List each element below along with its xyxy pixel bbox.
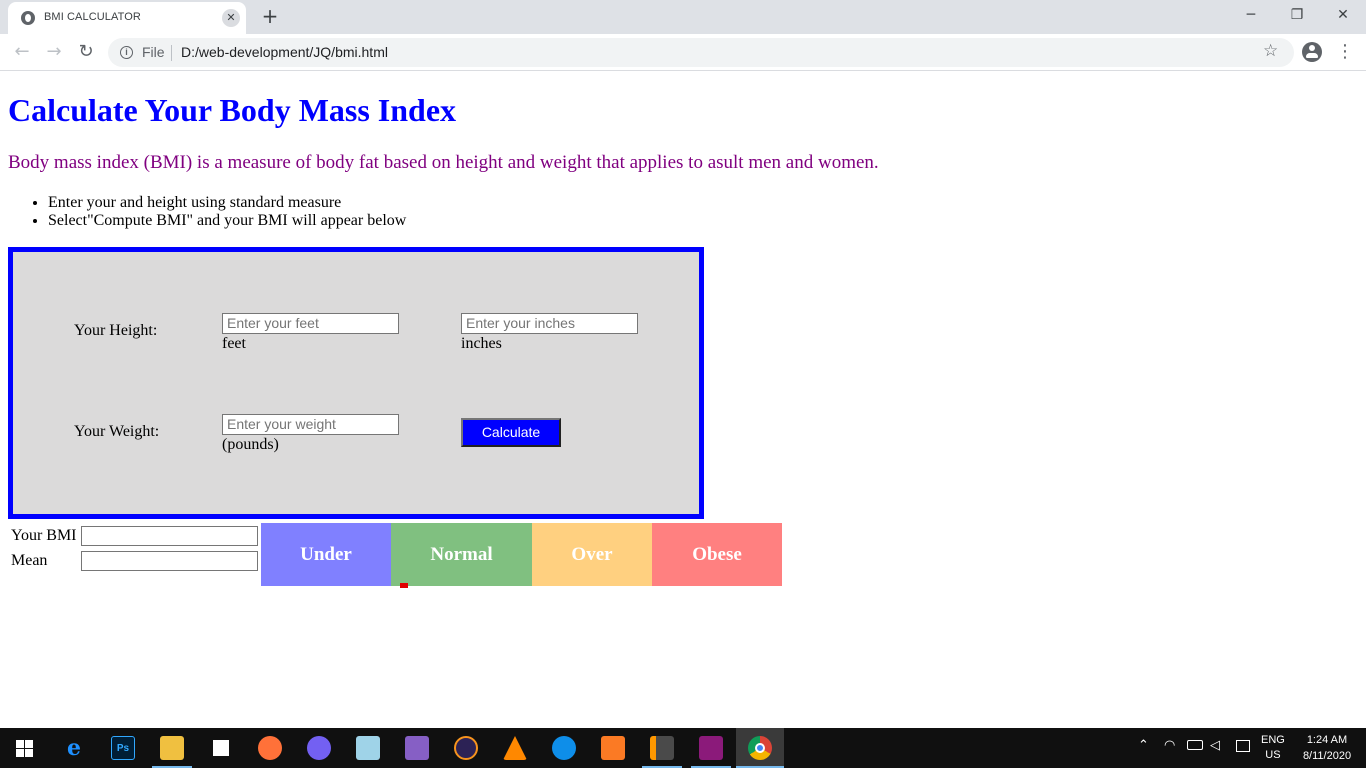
windows-start-icon[interactable] — [16, 740, 33, 757]
feet-unit-label: feet — [222, 335, 246, 352]
winrar-icon[interactable] — [699, 736, 723, 760]
back-button[interactable]: ← — [10, 40, 34, 64]
url-scheme-label: File — [142, 44, 165, 60]
eclipse-icon[interactable] — [454, 736, 478, 760]
weight-label: Your Weight: — [74, 423, 160, 440]
clock-time: 1:24 AM — [1306, 734, 1348, 746]
chrome-icon — [748, 736, 772, 760]
info-icon[interactable]: i — [120, 46, 133, 59]
xampp-icon[interactable] — [601, 736, 625, 760]
restore-button[interactable]: ❐ — [1274, 0, 1320, 30]
wifi-icon[interactable]: ◠ — [1164, 738, 1175, 778]
forward-button[interactable]: → — [42, 40, 66, 64]
bmi-scale-obese: Obese — [652, 523, 782, 586]
battery-icon[interactable] — [1187, 740, 1203, 750]
close-tab-icon[interactable]: ✕ — [222, 9, 240, 27]
inches-unit-label: inches — [461, 335, 502, 352]
edge-icon[interactable]: e — [62, 736, 86, 760]
instruction-item: Select"Compute BMI" and your BMI will ap… — [48, 212, 406, 230]
browser-tab[interactable]: BMI CALCULATOR ✕ — [8, 2, 246, 34]
weight-input[interactable]: Enter your weight — [222, 414, 399, 435]
language-indicator[interactable]: ENG US — [1261, 733, 1285, 773]
weight-unit-label: (pounds) — [222, 436, 279, 453]
calculate-button[interactable]: Calculate — [461, 418, 561, 447]
vlc-icon[interactable] — [503, 736, 527, 760]
new-tab-button[interactable]: + — [258, 4, 282, 28]
bmi-result-label: Your BMI — [11, 527, 77, 544]
address-bar[interactable]: i File D:/web-development/JQ/bmi.html ☆ — [108, 38, 1294, 67]
windows-taskbar: e Ps ⌃ ◠ ◁ ENG US 1:24 AM 8/11/2020 — [0, 728, 1366, 768]
viber-icon[interactable] — [307, 736, 331, 760]
store-icon[interactable] — [209, 736, 233, 760]
globe-icon — [21, 11, 35, 25]
inches-input[interactable]: Enter your inches — [461, 313, 638, 334]
bookmark-star-icon[interactable]: ☆ — [1263, 41, 1278, 61]
instructions-list: Enter your and height using standard mea… — [8, 194, 406, 230]
notepad-icon[interactable] — [356, 736, 380, 760]
volume-icon[interactable]: ◁ — [1210, 738, 1220, 778]
bmi-scale-over: Over — [532, 523, 652, 586]
browser-tab-strip: BMI CALCULATOR ✕ + ─ ❐ ✕ — [0, 0, 1366, 34]
page-description: Body mass index (BMI) is a measure of bo… — [8, 152, 879, 173]
bmi-result-field[interactable] — [81, 526, 258, 546]
visual-studio-icon[interactable] — [405, 736, 429, 760]
region-code: US — [1265, 749, 1281, 761]
action-center-icon[interactable] — [1236, 740, 1250, 752]
show-hidden-icons-chevron-icon[interactable]: ⌃ — [1138, 738, 1149, 778]
minimize-button[interactable]: ─ — [1228, 0, 1274, 30]
file-explorer-icon[interactable] — [160, 736, 184, 760]
language-code: ENG — [1261, 734, 1285, 746]
bmi-scale-under: Under — [261, 523, 391, 586]
profile-avatar-icon[interactable] — [1302, 42, 1322, 62]
mean-label: Mean — [11, 552, 48, 569]
firefox-icon[interactable] — [258, 736, 282, 760]
clock-date: 8/11/2020 — [1302, 750, 1352, 762]
tab-title: BMI CALCULATOR — [44, 11, 141, 23]
photoshop-icon[interactable]: Ps — [111, 736, 135, 760]
bmi-marker — [400, 583, 408, 588]
browser-toolbar: ← → ↻ i File D:/web-development/JQ/bmi.h… — [0, 34, 1366, 71]
clock[interactable]: 1:24 AM 8/11/2020 — [1298, 732, 1356, 772]
teamviewer-icon[interactable] — [552, 736, 576, 760]
height-label: Your Height: — [74, 322, 158, 339]
chrome-taskbar-button[interactable] — [736, 728, 784, 768]
omnibox-divider — [171, 45, 172, 61]
bmi-scale-normal: Normal — [391, 523, 532, 586]
sublime-text-icon[interactable] — [650, 736, 674, 760]
mean-field[interactable] — [81, 551, 258, 571]
browser-menu-icon[interactable]: ⋮ — [1336, 40, 1354, 64]
instruction-item: Enter your and height using standard mea… — [48, 194, 406, 212]
bmi-form-panel: Your Height: Enter your feet feet Enter … — [8, 247, 704, 519]
close-window-button[interactable]: ✕ — [1320, 0, 1366, 30]
url-text[interactable]: D:/web-development/JQ/bmi.html — [181, 44, 388, 60]
chrome-icon-center — [755, 743, 765, 753]
reload-button[interactable]: ↻ — [74, 40, 98, 64]
page-content: Calculate Your Body Mass Index Body mass… — [0, 72, 1366, 728]
feet-input[interactable]: Enter your feet — [222, 313, 399, 334]
page-title: Calculate Your Body Mass Index — [8, 92, 457, 128]
